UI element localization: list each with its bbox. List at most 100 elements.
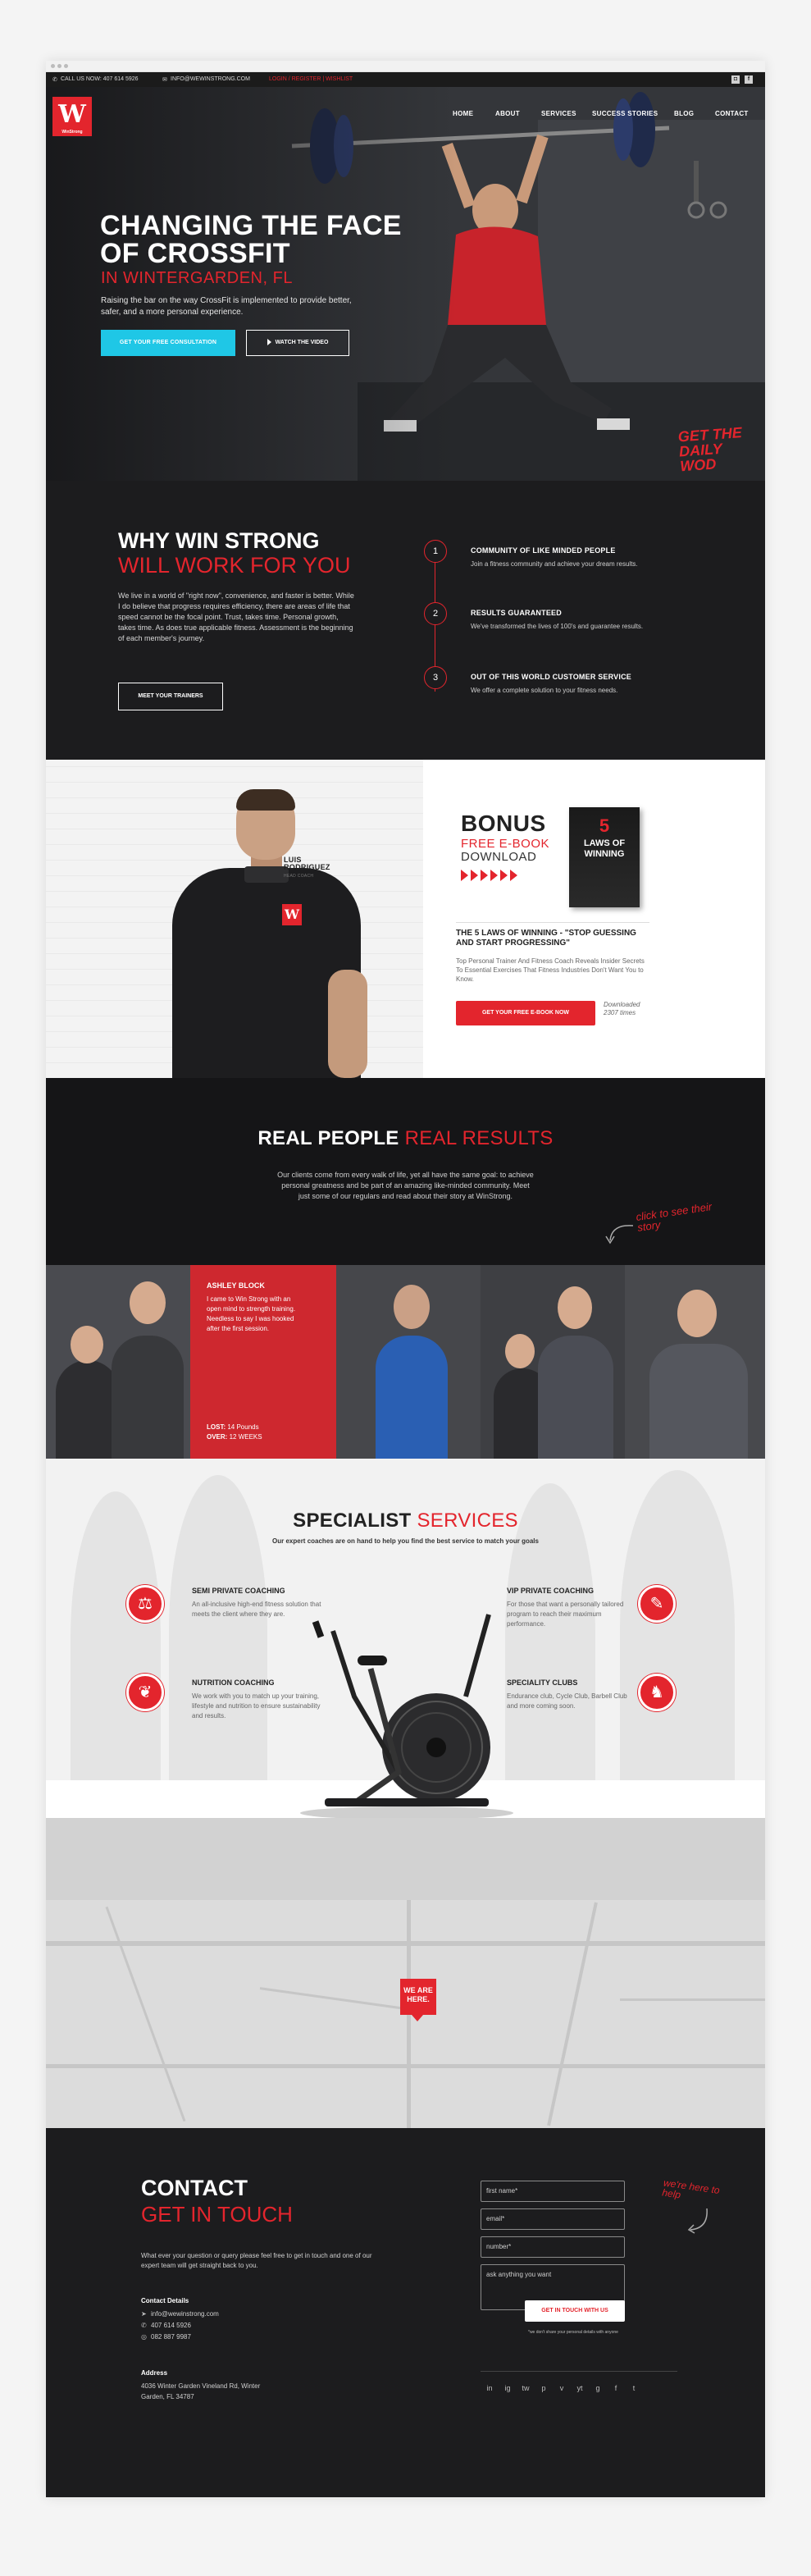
page-frame: ✆ CALL US NOW: 407 614 5926 ✉ INFO@WEWIN… — [46, 61, 765, 2497]
hero-subtitle: IN WINTERGARDEN, FL — [101, 269, 293, 287]
feature-text: We've transformed the lives of 100's and… — [471, 623, 644, 630]
results-title-a: REAL PEOPLE — [257, 1127, 399, 1149]
over-label: OVER: — [207, 1433, 228, 1441]
free-consultation-button[interactable]: GET YOUR FREE CONSULTATION — [101, 330, 235, 356]
tumblr-icon[interactable]: t — [625, 2384, 643, 2392]
top-email[interactable]: INFO@WEWINSTRONG.COM — [171, 76, 250, 82]
nav-services[interactable]: SERVICES — [541, 110, 576, 117]
get-in-touch-button[interactable]: GET IN TOUCH WITH US — [525, 2300, 625, 2322]
chevron-right-icon — [481, 870, 488, 881]
feature-title: RESULTS GUARANTEED — [471, 609, 562, 617]
nav-contact[interactable]: CONTACT — [715, 110, 749, 117]
client-head — [71, 1326, 103, 1363]
feature-text: We offer a complete solution to your fit… — [471, 687, 618, 694]
window-dot — [51, 64, 55, 68]
address-heading: Address — [141, 2369, 168, 2377]
logo-badge: W — [282, 904, 302, 925]
map-road — [46, 2064, 765, 2068]
apple-icon: ❦ — [126, 1674, 164, 1711]
pinterest-icon[interactable]: p — [535, 2384, 553, 2392]
coach-arm — [328, 970, 367, 1078]
chevron-right-icon — [471, 870, 478, 881]
background-figure — [71, 1491, 161, 1787]
youtube-icon[interactable]: yt — [571, 2384, 589, 2392]
hero-title: CHANGING THE FACE OF CROSSFIT — [100, 210, 402, 269]
map-road — [105, 1906, 186, 2122]
contact-phone-2: 082 887 9987 — [151, 2333, 191, 2341]
contact-email-row[interactable]: ➤ info@wewinstrong.com — [141, 2310, 219, 2318]
daily-wod-link[interactable]: GET THE DAILY WOD — [677, 424, 763, 474]
service-title[interactable]: VIP PRIVATE COACHING — [507, 1587, 594, 1595]
send-icon: ➤ — [141, 2310, 147, 2318]
number-field[interactable]: number* — [481, 2236, 625, 2258]
story-tile[interactable] — [336, 1265, 481, 1459]
coach-collar — [244, 866, 289, 883]
location-pin[interactable]: WE ARE HERE. — [400, 1979, 436, 2021]
browser-chrome — [46, 61, 765, 72]
story-text: I came to Win Strong with an open mind t… — [207, 1295, 296, 1332]
client-head — [394, 1285, 430, 1329]
why-section: WHY WIN STRONG WILL WORK FOR YOU We live… — [46, 481, 765, 760]
nav-about[interactable]: ABOUT — [495, 110, 520, 117]
service-title[interactable]: SEMI PRIVATE COACHING — [192, 1587, 285, 1595]
story-tile[interactable] — [46, 1265, 190, 1459]
coach-role: HEAD COACH — [284, 874, 314, 879]
facebook-icon[interactable]: f — [745, 75, 753, 84]
story-card-ashley[interactable]: ASHLEY BLOCK I came to Win Strong with a… — [190, 1265, 336, 1459]
meet-trainers-button[interactable]: MEET YOUR TRAINERS — [118, 683, 223, 710]
brand-logo[interactable]: W WinStrong — [52, 97, 92, 136]
location-map[interactable]: WE ARE HERE. — [46, 1900, 765, 2128]
story-tile[interactable] — [625, 1265, 765, 1459]
contact-whatsapp-row[interactable]: ◎ 082 887 9987 — [141, 2333, 191, 2341]
instagram-icon[interactable]: ◘ — [731, 75, 740, 84]
instagram-icon[interactable]: ig — [499, 2384, 517, 2392]
watch-video-button[interactable]: WATCH THE VIDEO — [246, 330, 349, 356]
feature-text: Join a fitness community and achieve you… — [471, 560, 638, 568]
client-body — [56, 1360, 120, 1459]
first-name-field[interactable]: first name* — [481, 2181, 625, 2202]
service-title[interactable]: NUTRITION COACHING — [192, 1679, 275, 1687]
book-number: 5 — [599, 815, 610, 836]
get-ebook-button[interactable]: GET YOUR FREE E-BOOK NOW — [456, 1001, 595, 1025]
map-road — [46, 1941, 765, 1946]
curved-arrow-icon — [605, 1225, 634, 1245]
nav-home[interactable]: HOME — [453, 110, 473, 117]
twitter-icon[interactable]: tw — [517, 2384, 535, 2392]
over-value: 12 WEEKS — [229, 1433, 262, 1441]
google-plus-icon[interactable]: g — [589, 2384, 607, 2392]
lost-value: 14 Pounds — [227, 1423, 259, 1431]
services-title-b: SERVICES — [417, 1510, 518, 1532]
address-text: 4036 Winter Garden Vineland Rd, Winter G… — [141, 2382, 261, 2400]
map-road — [259, 1987, 423, 2012]
weightlifter-icon: ♞ — [638, 1674, 676, 1711]
contact-phone-row[interactable]: ✆ 407 614 5926 — [141, 2322, 191, 2329]
nav-blog[interactable]: BLOG — [674, 110, 694, 117]
chevron-right-icon — [500, 870, 508, 881]
why-title: WHY WIN STRONG — [118, 528, 320, 553]
air-bike-image — [300, 1614, 513, 1818]
bonus-title: BONUS — [461, 811, 546, 836]
nav-success-stories[interactable]: SUCCESS STORIES — [592, 110, 658, 117]
chevron-right-icon — [461, 870, 468, 881]
services-title: SPECIALIST SERVICES — [46, 1510, 765, 1532]
book-title: LAWS OF WINNING — [583, 838, 626, 859]
contact-section: CONTACT GET IN TOUCH What ever your ques… — [46, 2128, 765, 2497]
ebook-cover[interactable]: 5 LAWS OF WINNING — [569, 807, 640, 907]
dumbbell-icon: ⚖ — [126, 1585, 164, 1623]
linkedin-icon[interactable]: in — [481, 2384, 499, 2392]
facebook-icon[interactable]: f — [607, 2384, 625, 2392]
coach-name: LUIS RODRIGUEZ HEAD COACH — [284, 856, 330, 880]
email-field[interactable]: email* — [481, 2208, 625, 2230]
click-story-hint: click to see their story — [635, 1200, 713, 1234]
vimeo-icon[interactable]: v — [553, 2384, 571, 2392]
services-section: SPECIALIST SERVICES Our expert coaches a… — [46, 1459, 765, 1818]
client-head — [130, 1281, 166, 1324]
bonus-free-label: FREE E-BOOK — [461, 837, 550, 851]
ebook-section: W LUIS RODRIGUEZ HEAD COACH BONUS FREE E… — [46, 760, 765, 1078]
story-tile[interactable] — [481, 1265, 625, 1459]
play-icon — [267, 339, 271, 346]
call-us[interactable]: CALL US NOW: 407 614 5926 — [61, 76, 139, 82]
client-head — [677, 1290, 717, 1337]
services-title-a: SPECIALIST — [293, 1510, 412, 1532]
login-links[interactable]: LOGIN / REGISTER | WISHLIST — [269, 76, 353, 82]
